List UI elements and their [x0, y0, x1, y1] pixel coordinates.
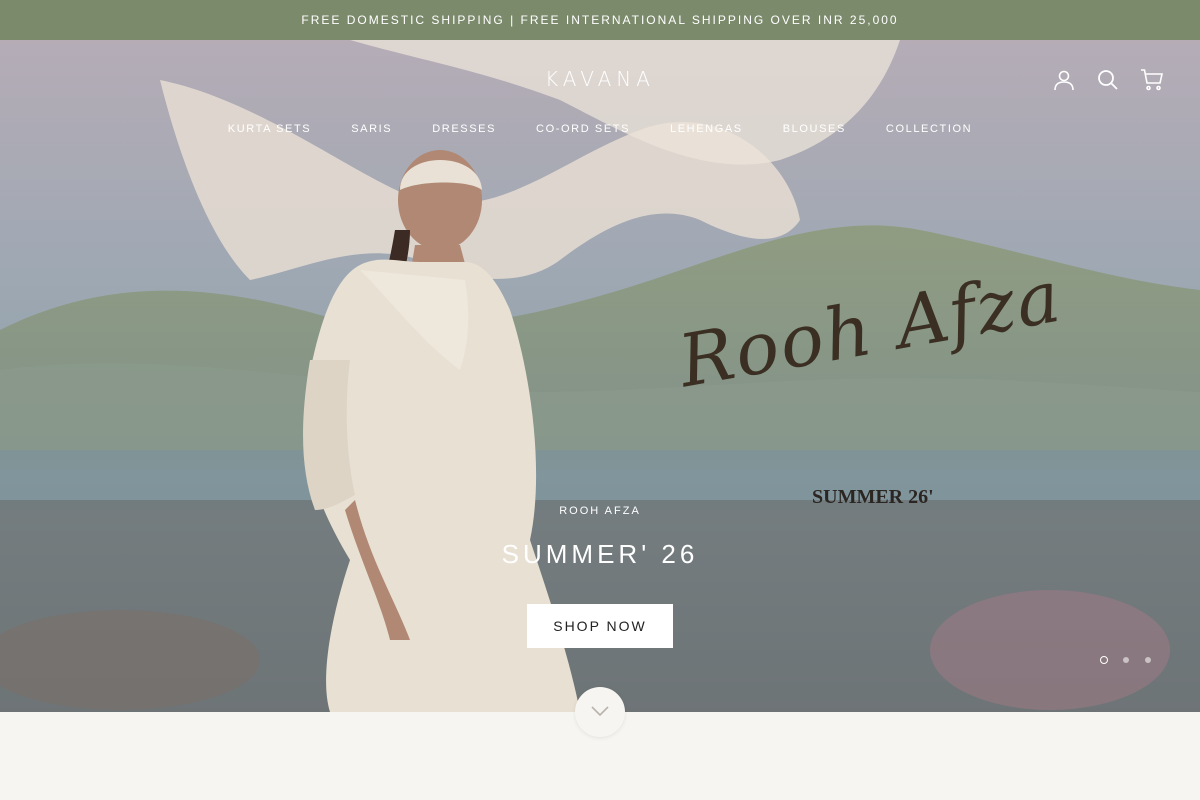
- slide-dots: [1100, 656, 1152, 664]
- search-icon[interactable]: [1096, 68, 1120, 92]
- cart-icon[interactable]: [1140, 68, 1164, 92]
- account-icon[interactable]: [1052, 68, 1076, 92]
- announcement-bar: FREE DOMESTIC SHIPPING | FREE INTERNATIO…: [0, 0, 1200, 40]
- hero-banner: KAVANA KURTA SETS SARIS DRESSES CO-ORD S…: [0, 40, 1200, 712]
- shop-now-button[interactable]: SHOP NOW: [527, 604, 673, 648]
- slide-dot[interactable]: [1145, 657, 1151, 663]
- site-logo[interactable]: KAVANA: [0, 67, 1200, 91]
- slide-dot[interactable]: [1100, 656, 1108, 664]
- hero-kicker: ROOH AFZA: [559, 505, 641, 517]
- main-nav: KURTA SETS SARIS DRESSES CO-ORD SETS LEH…: [0, 123, 1200, 135]
- nav-item-collection[interactable]: COLLECTION: [886, 123, 972, 135]
- nav-item-dresses[interactable]: DRESSES: [432, 123, 496, 135]
- scroll-down-button[interactable]: [575, 687, 625, 737]
- nav-item-saris[interactable]: SARIS: [351, 123, 392, 135]
- nav-item-lehengas[interactable]: LEHENGAS: [670, 123, 743, 135]
- chevron-down-icon: [591, 703, 609, 721]
- hero-headline: SUMMER' 26: [501, 539, 699, 569]
- nav-item-blouses[interactable]: BLOUSES: [783, 123, 846, 135]
- nav-item-kurta-sets[interactable]: KURTA SETS: [228, 123, 311, 135]
- nav-item-co-ord-sets[interactable]: CO-ORD SETS: [536, 123, 630, 135]
- slide-dot[interactable]: [1123, 657, 1129, 663]
